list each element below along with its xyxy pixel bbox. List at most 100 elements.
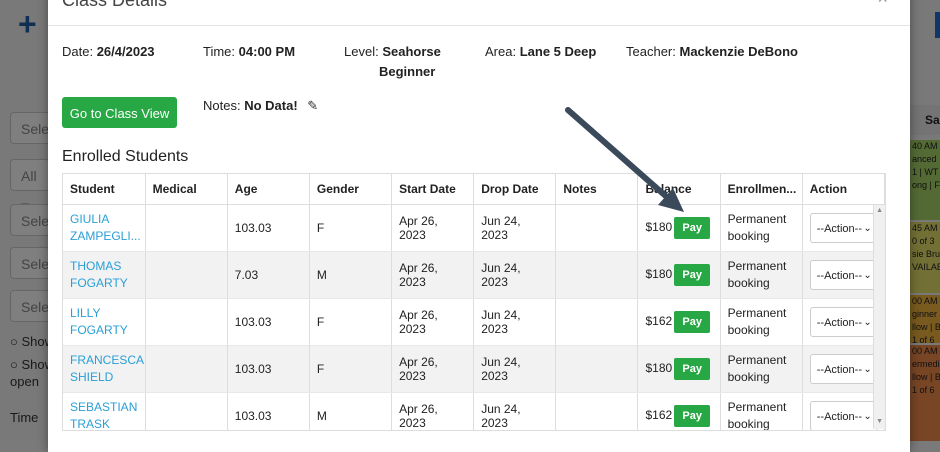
col-header-action[interactable]: Action — [802, 174, 885, 205]
student-first-name[interactable]: LILLY — [70, 306, 100, 320]
balance-value: $180 — [645, 220, 673, 235]
drop-date-cell: Jun 24, 2023 — [473, 204, 557, 252]
date-info: Date: 26/4/2023 — [62, 42, 155, 62]
area-info: Area: Lane 5 Deep — [485, 42, 596, 62]
col-header-notes[interactable]: Notes — [555, 174, 639, 205]
student-name-link[interactable]: GIULIA ZAMPEGLI... — [70, 211, 141, 245]
col-header-enrollment[interactable]: Enrollmen... — [720, 174, 803, 205]
start-date-cell: Apr 26, 2023 — [391, 298, 475, 346]
student-first-name[interactable]: GIULIA — [70, 212, 109, 226]
enrollment-type-2: booking — [727, 229, 770, 243]
student-name-link[interactable]: SEBASTIAN TRASK — [70, 399, 138, 430]
action-select[interactable]: --Action-- ⌄ — [809, 307, 878, 337]
gender-cell: M — [309, 251, 393, 299]
go-to-class-view-button[interactable]: Go to Class View — [62, 97, 177, 128]
scroll-down-icon[interactable]: ▼ — [876, 418, 883, 425]
student-name-link[interactable]: FRANCESCA SHIELD — [70, 352, 144, 386]
student-last-name[interactable]: SHIELD — [70, 370, 113, 384]
student-cell: LILLY FOGARTY — [63, 298, 146, 346]
start-date-cell: Apr 26, 2023 — [391, 251, 475, 299]
close-icon[interactable]: × — [877, 0, 888, 9]
col-header-age[interactable]: Age — [227, 174, 310, 205]
drop-date-cell: Jun 24, 2023 — [473, 392, 557, 430]
action-select[interactable]: --Action-- ⌄ — [809, 401, 878, 430]
notes-cell — [555, 392, 639, 430]
student-first-name[interactable]: SEBASTIAN — [70, 400, 137, 414]
notes-info: Notes: No Data! ✎ — [203, 98, 318, 114]
col-header-gender[interactable]: Gender — [309, 174, 393, 205]
pay-button[interactable]: Pay — [674, 358, 711, 380]
age-cell: 7.03 — [227, 251, 310, 299]
student-name-link[interactable]: LILLY FOGARTY — [70, 305, 138, 339]
enrollment-type: Permanent — [727, 306, 787, 320]
pencil-icon[interactable]: ✎ — [307, 98, 318, 114]
gender-cell: M — [309, 392, 393, 430]
notes-cell — [555, 298, 639, 346]
col-header-balance[interactable]: Balance — [637, 174, 721, 205]
scroll-up-icon[interactable]: ▲ — [876, 207, 883, 214]
enrollment-type: Permanent — [727, 212, 787, 226]
student-first-name[interactable]: FRANCESCA — [70, 353, 144, 367]
table-header-row: Student Medical Age Gender Start Date Dr… — [63, 174, 885, 205]
action-select[interactable]: --Action-- ⌄ — [809, 354, 878, 384]
balance-cell: $180 Pay — [637, 204, 721, 252]
table-row: THOMAS FOGARTY 7.03 M Apr 26, 2023 Jun 24, 20… — [63, 251, 885, 299]
age-cell: 103.03 — [227, 298, 310, 346]
student-name-link[interactable]: THOMAS FOGARTY — [70, 258, 138, 292]
pay-button[interactable]: Pay — [674, 311, 711, 333]
teacher-info: Teacher: Mackenzie DeBono — [626, 42, 798, 62]
time-label: Time: — [203, 44, 236, 59]
student-last-name[interactable]: TRASK — [70, 417, 110, 430]
enrollment-type-2: booking — [727, 417, 770, 431]
notes-value: No Data! — [244, 98, 298, 113]
col-header-drop-date[interactable]: Drop Date — [473, 174, 557, 205]
chevron-down-icon: ⌄ — [863, 223, 872, 234]
action-select-value: --Action-- — [816, 411, 862, 423]
balance-cell: $162 Pay — [637, 298, 721, 346]
level-info: Level: Seahorse Beginner — [344, 42, 441, 82]
balance-cell: $180 Pay — [637, 251, 721, 299]
chevron-down-icon: ⌄ — [863, 317, 872, 328]
action-select[interactable]: --Action-- ⌄ — [809, 213, 878, 243]
chevron-down-icon: ⌄ — [863, 270, 872, 281]
date-value: 26/4/2023 — [96, 44, 155, 59]
table-row: LILLY FOGARTY 103.03 F Apr 26, 2023 Jun 24, 2… — [63, 298, 885, 346]
enrollment-type-2: booking — [727, 370, 770, 384]
enrollment-cell: Permanent booking — [720, 251, 803, 299]
action-select-value: --Action-- — [816, 317, 862, 329]
pay-button[interactable]: Pay — [674, 217, 711, 239]
drop-date-cell: Jun 24, 2023 — [473, 251, 557, 299]
notes-cell — [555, 204, 639, 252]
student-cell: THOMAS FOGARTY — [63, 251, 146, 299]
student-last-name[interactable]: FOGARTY — [70, 323, 128, 337]
time-value: 04:00 PM — [238, 44, 296, 59]
pay-button[interactable]: Pay — [674, 405, 711, 427]
action-select[interactable]: --Action-- ⌄ — [809, 260, 878, 290]
enrolled-students-table: Student Medical Age Gender Start Date Dr… — [62, 173, 886, 431]
medical-cell — [145, 392, 228, 430]
enrollment-type: Permanent — [727, 259, 787, 273]
area-label: Area: — [485, 44, 517, 59]
col-header-medical[interactable]: Medical — [145, 174, 228, 205]
student-last-name[interactable]: ZAMPEGLI... — [70, 229, 141, 243]
table-scrollbar[interactable] — [873, 205, 885, 429]
col-header-student[interactable]: Student — [63, 174, 146, 205]
student-last-name[interactable]: FOGARTY — [70, 276, 128, 290]
teacher-value: Mackenzie DeBono — [679, 44, 798, 59]
student-first-name[interactable]: THOMAS — [70, 259, 121, 273]
table-row: FRANCESCA SHIELD 103.03 F Apr 26, 2023 Jun 24… — [63, 345, 885, 393]
col-header-start-date[interactable]: Start Date — [391, 174, 475, 205]
student-cell: SEBASTIAN TRASK — [63, 392, 146, 430]
medical-cell — [145, 204, 228, 252]
level-label: Level: — [344, 44, 379, 59]
pay-button[interactable]: Pay — [674, 264, 711, 286]
balance-value: $162 — [645, 314, 673, 329]
start-date-cell: Apr 26, 2023 — [391, 204, 475, 252]
start-date-cell: Apr 26, 2023 — [391, 392, 475, 430]
balance-cell: $180 Pay — [637, 345, 721, 393]
enrollment-type-2: booking — [727, 323, 770, 337]
medical-cell — [145, 251, 228, 299]
chevron-down-icon: ⌄ — [863, 364, 872, 375]
drop-date-cell: Jun 24, 2023 — [473, 298, 557, 346]
action-select-value: --Action-- — [816, 364, 862, 376]
